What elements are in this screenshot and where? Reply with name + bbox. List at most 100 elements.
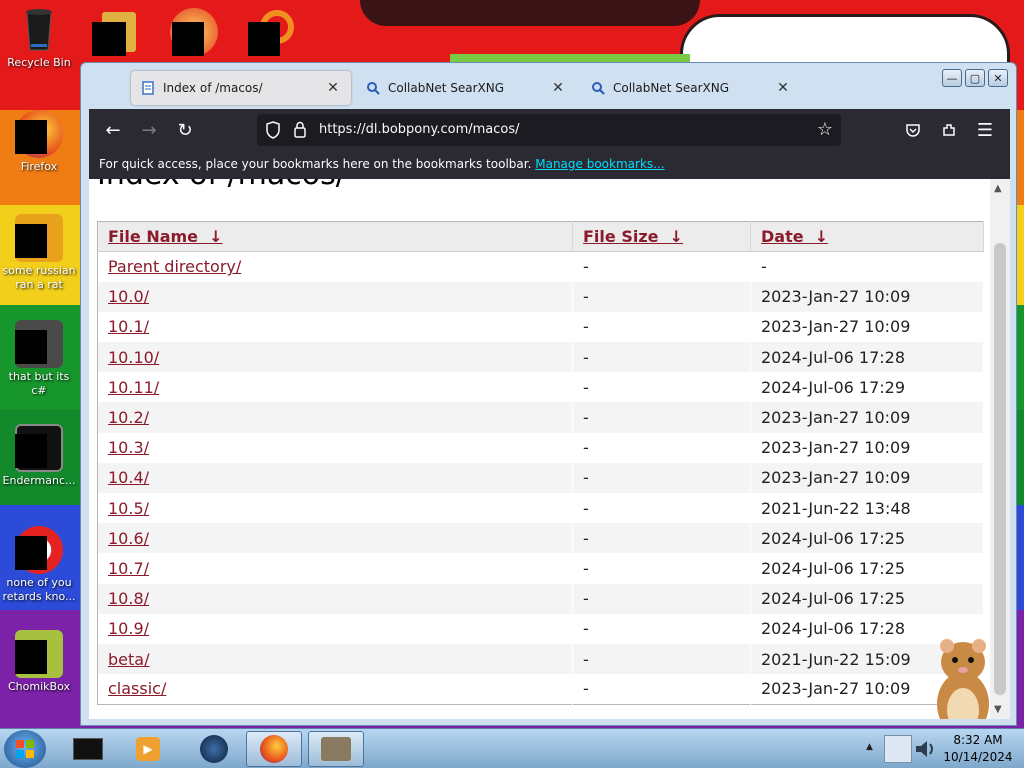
- clock-time: 8:32 AM: [953, 733, 1003, 747]
- file-link[interactable]: 10.0/: [108, 287, 149, 306]
- sort-arrow-icon: ↓: [209, 227, 223, 246]
- manage-bookmarks-link[interactable]: Manage bookmarks...: [535, 157, 664, 171]
- desktop-icon-label: some russian ran a rat: [2, 264, 76, 291]
- desktop-icon-csharp[interactable]: that but its c#: [0, 320, 78, 398]
- file-name-cell: 10.0/: [97, 281, 573, 312]
- tray-speaker-icon[interactable]: [912, 735, 938, 763]
- terminal-icon: [15, 424, 63, 472]
- desktop-icon-rat[interactable]: some russian ran a rat: [0, 214, 78, 292]
- close-icon[interactable]: ✕: [775, 80, 791, 96]
- maximize-button[interactable]: ▢: [965, 69, 985, 87]
- taskbar-app-icon[interactable]: [308, 731, 364, 767]
- tab-bar: Index of /macos/ ✕ CollabNet SearXNG ✕ C…: [81, 63, 1016, 109]
- lock-icon[interactable]: [293, 121, 307, 141]
- desktop-icon-chomikbox[interactable]: ChomikBox: [0, 630, 78, 694]
- file-name-cell: 10.4/: [97, 462, 573, 493]
- column-header-date[interactable]: Date ↓: [750, 221, 984, 252]
- column-header-file-name[interactable]: File Name ↓: [97, 221, 573, 252]
- desktop-icon-folder[interactable]: [92, 12, 136, 56]
- table-row: 10.7/ -2024-Jul-06 17:25: [97, 553, 984, 584]
- file-name-cell: classic/: [97, 674, 573, 705]
- file-link[interactable]: 10.9/: [108, 619, 149, 638]
- page-viewport: Index of /macos/ File Name ↓ File Size ↓…: [89, 179, 1010, 719]
- tab-index-macos[interactable]: Index of /macos/ ✕: [131, 71, 351, 105]
- scrollbar-thumb[interactable]: [994, 243, 1006, 695]
- shield-icon[interactable]: [265, 121, 281, 142]
- pocket-icon[interactable]: [901, 118, 925, 142]
- file-size-cell: -: [572, 613, 751, 644]
- clock-date: 10/14/2024: [943, 750, 1013, 764]
- column-header-file-size[interactable]: File Size ↓: [572, 221, 751, 252]
- taskbar: ▶ ▲ 8:32 AM 10/14/2024: [0, 728, 1024, 768]
- sort-link[interactable]: File Size ↓: [583, 227, 683, 246]
- taskbar-firefox-icon[interactable]: [246, 731, 302, 767]
- file-name-cell: 10.11/: [97, 372, 573, 403]
- bookmarks-toolbar: For quick access, place your bookmarks h…: [89, 151, 1010, 179]
- taskbar-media-player-icon[interactable]: ▶: [120, 731, 176, 767]
- minimize-button[interactable]: —: [942, 69, 962, 87]
- desktop-icon-recycle-bin[interactable]: Recycle Bin: [0, 6, 78, 70]
- file-name-cell: 10.9/: [97, 613, 573, 644]
- file-link[interactable]: 10.3/: [108, 438, 149, 457]
- close-button[interactable]: ✕: [988, 69, 1008, 87]
- date-cell: 2024-Jul-06 17:25: [750, 523, 984, 554]
- menu-icon[interactable]: ☰: [973, 118, 997, 142]
- file-size-cell: -: [572, 311, 751, 343]
- tab-searxng[interactable]: CollabNet SearXNG ✕: [581, 71, 801, 105]
- desktop-icon-endermanch[interactable]: Endermanc...: [0, 424, 78, 488]
- file-name-cell: 10.3/: [97, 432, 573, 463]
- file-link[interactable]: 10.2/: [108, 408, 149, 427]
- desktop-icon-label: Firefox: [20, 160, 58, 173]
- extensions-icon[interactable]: [937, 118, 961, 142]
- file-size-cell: -: [572, 674, 751, 705]
- file-size-cell: -: [572, 523, 751, 554]
- file-link[interactable]: 10.7/: [108, 559, 149, 578]
- file-name-cell: 10.8/: [97, 583, 573, 614]
- sort-link[interactable]: File Name ↓: [108, 227, 223, 246]
- file-link[interactable]: Parent directory/: [108, 257, 241, 276]
- desktop-icon-app[interactable]: [248, 10, 296, 56]
- table-row: 10.3/ -2023-Jan-27 10:09: [97, 432, 984, 463]
- file-name-cell: beta/: [97, 643, 573, 675]
- bookmarks-message: For quick access, place your bookmarks h…: [99, 157, 532, 171]
- file-link[interactable]: 10.6/: [108, 529, 149, 548]
- taskbar-browser-icon[interactable]: [186, 731, 242, 767]
- taskbar-terminal-icon[interactable]: [60, 731, 116, 767]
- tray-expand-icon[interactable]: ▲: [866, 742, 873, 752]
- tray-network-icon[interactable]: [884, 735, 912, 763]
- table-header-row: File Name ↓ File Size ↓ Date ↓: [97, 221, 984, 252]
- nav-bar: ← → ↻ https://dl.bobpony.com/macos/ ☆ ☰: [89, 109, 1010, 151]
- desktop-icon-opera[interactable]: none of you retards kno...: [0, 526, 78, 604]
- file-link[interactable]: 10.1/: [108, 317, 149, 336]
- file-link[interactable]: 10.11/: [108, 378, 159, 397]
- file-link[interactable]: 10.5/: [108, 499, 149, 518]
- back-button[interactable]: ←: [101, 118, 125, 142]
- start-button[interactable]: [4, 730, 46, 768]
- search-icon: [366, 81, 380, 95]
- clock[interactable]: 8:32 AM 10/14/2024: [938, 732, 1018, 766]
- date-cell: 2024-Jul-06 17:25: [750, 583, 984, 614]
- file-link[interactable]: 10.10/: [108, 348, 159, 367]
- reload-button[interactable]: ↻: [173, 118, 197, 142]
- directory-table: File Name ↓ File Size ↓ Date ↓ Parent di…: [97, 221, 984, 705]
- desktop-icon-app[interactable]: [170, 8, 218, 56]
- bookmark-star-icon[interactable]: ☆: [817, 119, 833, 140]
- file-link[interactable]: beta/: [108, 650, 149, 669]
- close-icon[interactable]: ✕: [550, 80, 566, 96]
- file-link[interactable]: 10.8/: [108, 589, 149, 608]
- file-size-cell: -: [572, 643, 751, 675]
- table-row: Parent directory/ - -: [97, 251, 984, 282]
- table-row: 10.2/ -2023-Jan-27 10:09: [97, 402, 984, 433]
- table-row: 10.5/ -2021-Jun-22 13:48: [97, 493, 984, 524]
- date-cell: 2023-Jan-27 10:09: [750, 311, 984, 343]
- url-bar[interactable]: https://dl.bobpony.com/macos/ ☆: [257, 114, 841, 146]
- sort-link[interactable]: Date ↓: [761, 227, 828, 246]
- tab-searxng[interactable]: CollabNet SearXNG ✕: [356, 71, 576, 105]
- forward-button[interactable]: →: [137, 118, 161, 142]
- date-cell: 2023-Jan-27 10:09: [750, 462, 984, 493]
- scroll-up-icon[interactable]: ▲: [994, 183, 1002, 194]
- file-link[interactable]: classic/: [108, 679, 166, 698]
- desktop-icon-firefox[interactable]: Firefox: [0, 110, 78, 174]
- file-link[interactable]: 10.4/: [108, 468, 149, 487]
- close-icon[interactable]: ✕: [325, 80, 341, 96]
